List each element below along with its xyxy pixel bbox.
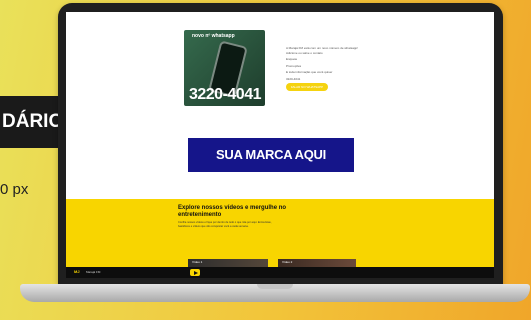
promo-text-line: Promoções xyxy=(286,63,302,68)
brand-banner[interactable]: SUA MARCA AQUI xyxy=(188,138,354,172)
size-text: 0 px xyxy=(0,181,29,198)
video-title: Vídeo 1 xyxy=(192,260,203,264)
promo-title: novo nº whatsapp xyxy=(192,33,235,39)
promo-text-line: Enquete xyxy=(286,57,298,61)
station-logo: MJ xyxy=(74,269,80,274)
laptop-base xyxy=(20,284,530,302)
station-name: Marajá FM xyxy=(86,270,101,274)
promo-text-line: 3220-4041 xyxy=(286,76,301,81)
promo-text: A Marajá FM está com um novo número de w… xyxy=(286,46,366,83)
explore-description: Confira nossos vídeos e fique por dentro… xyxy=(178,221,272,228)
laptop-screen: novo nº whatsapp 3220-4041 A Marajá FM e… xyxy=(66,12,494,278)
explore-title: Explore nossos vídeos e mergulhe no entr… xyxy=(178,205,287,218)
play-icon[interactable] xyxy=(190,269,200,276)
player-footer: MJ Marajá FM xyxy=(66,267,494,278)
whatsapp-button[interactable]: FALAR NO WHATSAPP xyxy=(286,83,328,91)
laptop-notch xyxy=(257,284,293,289)
promo-text-line: E toda informação que você quiser xyxy=(286,70,333,74)
video-title: Vídeo 2 xyxy=(282,260,293,264)
promo-phone-number: 3220-4041 xyxy=(188,86,262,103)
whatsapp-promo-image[interactable]: novo nº whatsapp 3220-4041 xyxy=(184,30,265,106)
promo-text-line: A Marajá FM está com um novo número de w… xyxy=(286,46,359,55)
